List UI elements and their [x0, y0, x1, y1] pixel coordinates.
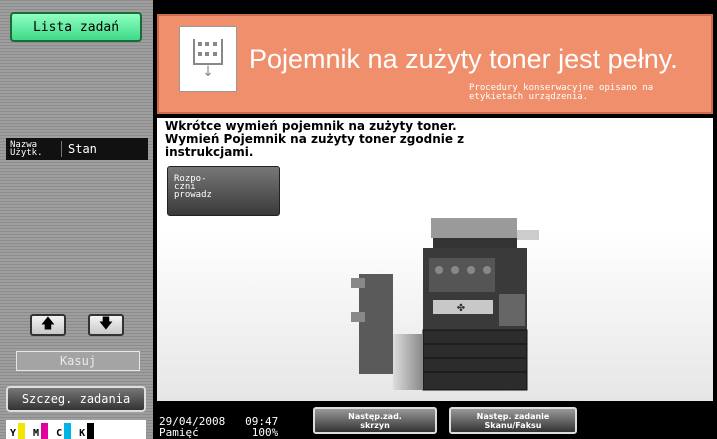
start-guidance-label: Rozpo- czni prowadz — [174, 174, 212, 200]
toner-level-bar — [18, 423, 26, 439]
waste-toner-box-icon: ↓ — [179, 26, 237, 92]
job-list — [8, 162, 146, 304]
memory-label: Pamięć — [159, 426, 199, 439]
scroll-up-button[interactable]: 🡅 — [30, 314, 66, 336]
status-column-header: Stan — [68, 142, 97, 156]
toner-level-bar — [64, 423, 72, 439]
next-scan-fax-label: Następ. zadanie Skanu/Faksu — [476, 411, 550, 430]
toner-level-bar — [41, 423, 49, 439]
delete-button[interactable]: Kasuj — [16, 351, 140, 371]
status-bar: 29/04/2008 09:47 Pamięć 100% Następ.zad.… — [153, 405, 717, 439]
job-details-button[interactable]: Szczeg. zadania — [6, 386, 146, 412]
job-list-button[interactable]: Lista zadań — [10, 12, 142, 42]
printer-illustration: ✤ — [351, 218, 539, 391]
start-guidance-button[interactable]: Rozpo- czni prowadz — [167, 166, 280, 216]
toner-label: Y — [10, 428, 17, 439]
user-name-column-header: Nazwa Użytk. — [6, 141, 62, 158]
toner-level-bar — [87, 423, 95, 439]
toner-label: C — [56, 428, 63, 439]
next-job-box-label: Następ.zad. skrzyn — [348, 411, 402, 430]
toner-label: M — [33, 428, 40, 439]
date-time-display: 29/04/2008 09:47 Pamięć 100% — [159, 416, 278, 438]
toner-yellow: Y — [10, 423, 26, 439]
down-arrow-icon: 🡇 — [98, 316, 114, 332]
left-panel: Lista zadań Nazwa Użytk. Stan 🡅 🡇 Kasuj … — [0, 0, 153, 439]
alert-banner: ↓ Pojemnik na zużyty toner jest pełny. P… — [157, 14, 713, 114]
job-table-header: Nazwa Użytk. Stan — [6, 138, 148, 160]
memory-value: 100% — [251, 426, 279, 439]
alert-title: Pojemnik na zużyty toner jest pełny. — [249, 44, 678, 74]
toner-magenta: M — [33, 423, 49, 439]
svg-text:✤: ✤ — [457, 303, 465, 314]
next-scan-fax-button[interactable]: Następ. zadanie Skanu/Faksu — [449, 407, 577, 434]
toner-levels: Y M C K — [6, 420, 146, 439]
toner-cyan: C — [56, 423, 72, 439]
scroll-down-button[interactable]: 🡇 — [88, 314, 124, 336]
alert-subtitle: Procedury konserwacyjne opisano na etyki… — [469, 83, 654, 102]
instruction-message: Wkrótce wymień pojemnik na zużyty toner.… — [165, 119, 465, 159]
toner-black: K — [79, 423, 95, 439]
main-panel: ↓ Pojemnik na zużyty toner jest pełny. P… — [153, 10, 717, 405]
instruction-area: Wkrótce wymień pojemnik na zużyty toner.… — [157, 118, 713, 401]
up-arrow-icon: 🡅 — [40, 316, 56, 332]
next-job-box-button[interactable]: Następ.zad. skrzyn — [313, 407, 437, 434]
toner-label: K — [79, 428, 86, 439]
